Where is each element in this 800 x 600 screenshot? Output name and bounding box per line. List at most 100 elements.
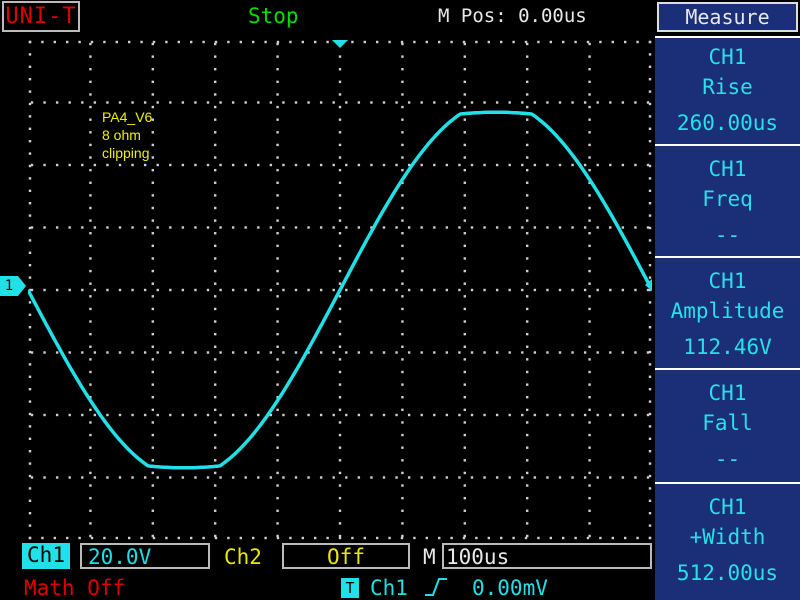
grid-dot: [89, 496, 92, 500]
grid-dot: [596, 288, 599, 292]
grid-dot: [214, 358, 217, 361]
measure-slot-4[interactable]: CH1 Fall --: [655, 368, 800, 482]
grid-dot: [588, 459, 591, 462]
grid-dot: [338, 408, 342, 412]
grid-dot: [588, 168, 591, 172]
grid-dot: [526, 257, 529, 260]
grid-dot: [458, 288, 461, 292]
grid-dot: [433, 413, 436, 417]
grid-dot: [583, 288, 587, 292]
grid-dot: [463, 370, 466, 374]
grid-dot: [89, 80, 92, 84]
grid-dot: [194, 413, 197, 417]
ch1-tag[interactable]: Ch1: [22, 543, 70, 569]
ch1-ground-marker[interactable]: 1: [0, 276, 18, 296]
grid-dot: [382, 226, 386, 229]
ch1-volts-div[interactable]: 20.0V: [80, 543, 210, 569]
grid-dot: [621, 351, 625, 354]
grid-dot: [43, 101, 46, 104]
ch2-volts-div[interactable]: Off: [282, 543, 410, 569]
grid-dot: [413, 536, 416, 540]
grid-dot: [165, 536, 168, 540]
ch2-tag[interactable]: Ch2: [224, 545, 262, 569]
grid-dot: [401, 257, 404, 260]
grid-dot: [463, 219, 466, 222]
grid-dot: [214, 345, 217, 348]
grid-dot: [648, 115, 652, 118]
grid-dot: [151, 282, 154, 285]
grid-dot: [588, 446, 591, 449]
grid-dot: [648, 264, 652, 267]
grid-dot: [588, 80, 591, 84]
timebase-value[interactable]: 100us: [442, 543, 652, 569]
grid-dot: [214, 332, 217, 336]
grid-dot: [252, 40, 255, 44]
grid-dot: [181, 413, 185, 417]
grid-dot: [89, 282, 92, 285]
grid-dot: [338, 307, 342, 311]
grid-dot: [648, 425, 652, 428]
grid-dot: [463, 446, 466, 449]
grid-dot: [463, 282, 466, 285]
grid-dot: [90, 40, 94, 44]
grid-dot: [588, 396, 591, 399]
grid-dot: [382, 163, 386, 167]
grid-dot: [89, 105, 92, 109]
grid-dot: [231, 413, 235, 417]
grid-dot: [28, 487, 32, 490]
measure-slot-2[interactable]: CH1 Freq --: [655, 144, 800, 256]
grid-dot: [487, 536, 490, 540]
grid-dot: [475, 40, 478, 44]
measure-name: +Width: [689, 525, 766, 549]
grid-dot: [588, 232, 591, 235]
grid-dot: [508, 351, 511, 354]
grid-dot: [382, 288, 386, 292]
measure-slot-5[interactable]: CH1 +Width 512.00us: [655, 482, 800, 600]
grid-dot: [89, 459, 92, 462]
grid-dot: [445, 351, 449, 354]
grid-dot: [463, 396, 466, 399]
grid-dot: [68, 163, 71, 167]
grid-dot: [55, 226, 59, 229]
grid-dot: [648, 487, 652, 490]
measure-menu-title[interactable]: Measure: [657, 2, 798, 32]
grid-dot: [93, 413, 97, 417]
grid-dot: [131, 476, 134, 479]
grid-dot: [588, 257, 591, 260]
grid-dot: [151, 358, 154, 361]
grid-dot: [420, 163, 423, 167]
grid-dot: [588, 408, 591, 412]
grid-dot: [156, 413, 159, 417]
measure-slot-3[interactable]: CH1 Amplitude 112.46V: [655, 256, 800, 368]
grid-dot: [338, 232, 342, 235]
grid-dot: [257, 288, 260, 292]
grid-dot: [244, 351, 247, 354]
grid-dot: [181, 476, 185, 479]
grid-dot: [483, 476, 486, 479]
grid-dot: [648, 462, 652, 465]
grid-dot: [257, 476, 260, 479]
grid-dot: [151, 370, 154, 374]
grid-dot: [244, 476, 247, 479]
grid-dot: [401, 269, 404, 273]
grid-dot: [194, 476, 197, 479]
grid-dot: [276, 232, 279, 235]
grid-dot: [28, 251, 32, 254]
grid-dot: [28, 425, 32, 428]
grid-dot: [588, 68, 591, 71]
grid-dot: [588, 118, 591, 121]
annotation-line-3: clipping: [102, 145, 149, 161]
grid-dot: [332, 288, 335, 292]
grid-dot: [89, 471, 92, 475]
grid-dot: [495, 226, 499, 229]
grid-dot: [28, 53, 32, 56]
grid-dot: [588, 156, 591, 159]
grid-dot: [526, 408, 529, 412]
measure-slot-1[interactable]: CH1 Rise 260.00us: [655, 36, 800, 144]
measure-source: CH1: [708, 495, 747, 519]
grid-dot: [301, 40, 304, 44]
grid-dot: [319, 476, 323, 479]
grid-dot: [495, 163, 499, 167]
grid-dot: [276, 143, 279, 147]
grid-dot: [526, 194, 529, 197]
